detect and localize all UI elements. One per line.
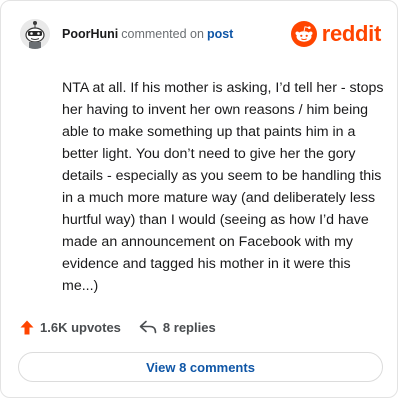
snoo-avatar-icon (20, 19, 50, 49)
upvote-button[interactable]: 1.6K upvotes (20, 320, 121, 335)
reply-arrow-icon (139, 320, 157, 334)
user-avatar[interactable] (20, 19, 50, 49)
post-link[interactable]: post (207, 27, 233, 41)
comment-card: PoorHuni commented on post reddit NTA at a… (0, 0, 398, 398)
comment-actions: 1.6K upvotes 8 replies (20, 317, 216, 337)
comment-action-text: commented on (121, 26, 204, 41)
reddit-logo-icon (290, 21, 317, 47)
reply-count: 8 replies (162, 319, 216, 335)
reply-button[interactable]: 8 replies (139, 320, 216, 335)
comment-body: NTA at all. If his mother is asking, I’d… (62, 80, 384, 294)
reddit-brand[interactable]: reddit (290, 19, 382, 49)
upvote-count: 1.6K upvotes (40, 319, 121, 335)
view-comments-button[interactable]: View 8 comments (18, 352, 383, 382)
upvote-arrow-icon (20, 320, 34, 334)
username-link[interactable]: PoorHuni (62, 27, 118, 41)
reddit-wordmark: reddit (321, 21, 382, 46)
comment-meta: PoorHuni commented on post (62, 28, 233, 41)
